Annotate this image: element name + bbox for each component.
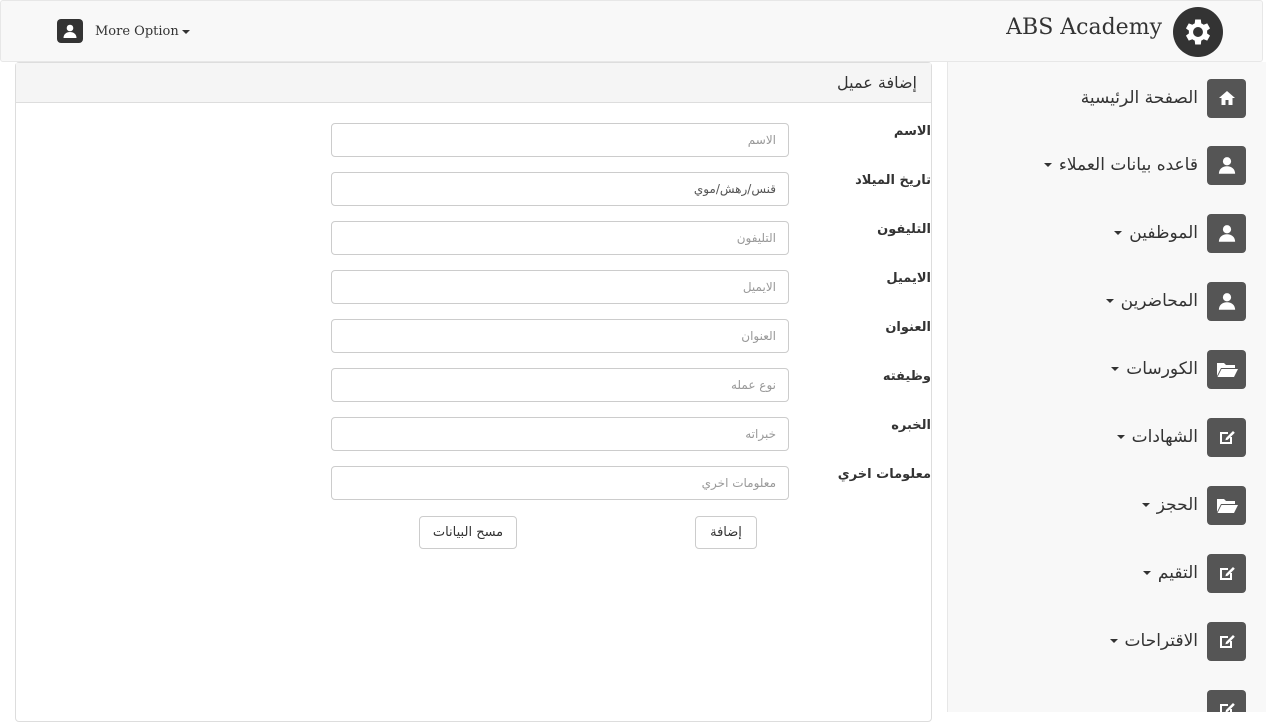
form-row-job: وظيفته: [331, 368, 931, 402]
sidebar: الصفحة الرئيسية قاعده بيانات العملاء الم…: [947, 62, 1266, 712]
panel-title: إضافة عميل: [837, 73, 917, 92]
sidebar-item-label: الحجز: [1156, 495, 1198, 515]
caret-down-icon: [1142, 571, 1151, 575]
user-icon: [1207, 213, 1246, 253]
field-label: العنوان: [885, 320, 931, 335]
add-button[interactable]: إضافة: [695, 516, 757, 549]
sidebar-item-label: الموظفين: [1129, 223, 1198, 243]
experience-input[interactable]: [331, 417, 789, 451]
field-label: وظيفته: [882, 369, 931, 384]
folder-open-icon: [1207, 485, 1246, 525]
field-label: تاريخ الميلاد: [855, 173, 931, 188]
brand-title[interactable]: ABS Academy: [1006, 15, 1162, 40]
sidebar-item-more[interactable]: [1207, 689, 1246, 712]
form-row-phone: التليفون: [331, 221, 931, 255]
clear-data-button[interactable]: مسح البيانات: [419, 516, 517, 549]
sidebar-item-label: التقيم: [1157, 563, 1198, 583]
email-input[interactable]: [331, 270, 789, 304]
caret-down-icon: [1043, 163, 1052, 167]
field-label: الخبره: [891, 418, 931, 433]
sidebar-item-certificates[interactable]: الشهادات: [1116, 417, 1246, 457]
field-label: الاسم: [893, 124, 931, 139]
form-row-address: العنوان: [331, 319, 931, 353]
sidebar-item-rating[interactable]: التقيم: [1142, 553, 1246, 593]
field-label: التليفون: [877, 222, 931, 237]
user-icon: [1207, 145, 1246, 185]
sidebar-item-suggestions[interactable]: الاقتراحات: [1109, 621, 1246, 661]
sidebar-item-label: المحاضرين: [1120, 291, 1198, 311]
sidebar-item-courses[interactable]: الكورسات: [1111, 349, 1246, 389]
more-option-label: More Option: [95, 24, 179, 39]
caret-down-icon: [1109, 639, 1118, 643]
field-label: معلومات اخري: [837, 467, 931, 482]
form-row-birthdate: تاريخ الميلاد: [331, 172, 931, 206]
caret-down-icon: [1114, 231, 1123, 235]
top-navbar: ABS Academy More Option: [0, 0, 1263, 62]
form-row-name: الاسم: [331, 123, 931, 157]
form-row-experience: الخبره: [331, 417, 931, 451]
field-label: الايميل: [886, 271, 931, 286]
sidebar-item-employees[interactable]: الموظفين: [1114, 213, 1246, 253]
address-input[interactable]: [331, 319, 789, 353]
sidebar-item-label: الصفحة الرئيسية: [1080, 88, 1198, 108]
sidebar-item-lecturers[interactable]: المحاضرين: [1105, 281, 1246, 321]
phone-input[interactable]: [331, 221, 789, 255]
sidebar-item-booking[interactable]: الحجز: [1141, 485, 1246, 525]
caret-down-icon: [181, 29, 190, 34]
user-icon[interactable]: [57, 19, 83, 43]
edit-icon: [1207, 553, 1246, 593]
panel-heading: إضافة عميل: [16, 63, 931, 103]
sidebar-item-label: قاعده بيانات العملاء: [1058, 155, 1198, 175]
edit-icon: [1207, 689, 1246, 712]
user-icon: [1207, 281, 1246, 321]
more-option-dropdown[interactable]: More Option: [95, 24, 190, 39]
other-info-input[interactable]: [331, 466, 789, 500]
gear-icon[interactable]: [1173, 7, 1223, 57]
caret-down-icon: [1105, 299, 1114, 303]
form-row-email: الايميل: [331, 270, 931, 304]
folder-open-icon: [1207, 349, 1246, 389]
caret-down-icon: [1111, 367, 1120, 371]
add-client-panel: إضافة عميل الاسم تاريخ الميلاد التليفون …: [15, 62, 932, 722]
form-row-other-info: معلومات اخري: [331, 466, 931, 500]
caret-down-icon: [1116, 435, 1125, 439]
birthdate-input[interactable]: [331, 172, 789, 206]
sidebar-item-label: الاقتراحات: [1124, 631, 1198, 651]
edit-icon: [1207, 621, 1246, 661]
caret-down-icon: [1141, 503, 1150, 507]
home-icon: [1207, 78, 1246, 118]
sidebar-item-clients-db[interactable]: قاعده بيانات العملاء: [1043, 145, 1246, 185]
sidebar-item-label: الشهادات: [1131, 427, 1198, 447]
sidebar-item-home[interactable]: الصفحة الرئيسية: [1081, 78, 1246, 118]
sidebar-item-label: الكورسات: [1126, 359, 1198, 379]
name-input[interactable]: [331, 123, 789, 157]
job-input[interactable]: [331, 368, 789, 402]
edit-icon: [1207, 417, 1246, 457]
